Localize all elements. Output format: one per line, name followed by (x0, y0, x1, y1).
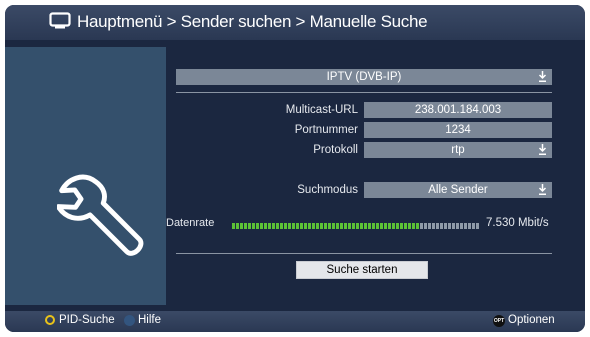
datarate-segment (472, 223, 475, 229)
datarate-segment (244, 223, 247, 229)
datarate-segment (240, 223, 243, 229)
datarate-segment (356, 223, 359, 229)
datarate-segment (312, 223, 315, 229)
header-bar: Hauptmenü > Sender suchen > Manuelle Suc… (5, 5, 585, 40)
datarate-segment (292, 223, 295, 229)
search-mode-select-value: Alle Sender (428, 184, 488, 196)
datarate-segment (300, 223, 303, 229)
datarate-segment (372, 223, 375, 229)
datarate-segment (344, 223, 347, 229)
datarate-segment (284, 223, 287, 229)
datarate-segment (236, 223, 239, 229)
options-hint[interactable]: Optionen (508, 314, 555, 326)
footer-bar: PID-Suche Hilfe OPT Optionen (5, 311, 585, 332)
datarate-segment (308, 223, 311, 229)
datarate-segment (264, 223, 267, 229)
datarate-segment (476, 223, 479, 229)
datarate-segment (404, 223, 407, 229)
search-mode-select[interactable]: Alle Sender (364, 182, 552, 198)
protocol-select-value: rtp (451, 144, 465, 156)
datarate-segment (436, 223, 439, 229)
datarate-segment (380, 223, 383, 229)
datarate-segment (452, 223, 455, 229)
datarate-segment (460, 223, 463, 229)
datarate-segment (384, 223, 387, 229)
datarate-segment (432, 223, 435, 229)
page-title: Hauptmenü > Sender suchen > Manuelle Suc… (77, 12, 428, 31)
datarate-segment (444, 223, 447, 229)
datarate-segment (396, 223, 399, 229)
datarate-segment (324, 223, 327, 229)
source-select-value: IPTV (DVB-IP) (326, 71, 402, 83)
multicast-url-field[interactable]: 238.001.184.003 (364, 102, 552, 118)
datarate-segment (320, 223, 323, 229)
yellow-button-icon (45, 315, 55, 325)
datarate-segment (296, 223, 299, 229)
datarate-segment (448, 223, 451, 229)
divider-bottom (176, 253, 552, 254)
datarate-segment (464, 223, 467, 229)
datarate-segment (304, 223, 307, 229)
datarate-segment (392, 223, 395, 229)
screen: Hauptmenü > Sender suchen > Manuelle Suc… (5, 5, 585, 332)
datarate-segment (252, 223, 255, 229)
datarate-segment (456, 223, 459, 229)
pid-search-hint[interactable]: PID-Suche (59, 314, 115, 326)
datarate-segment (276, 223, 279, 229)
datarate-value: 7.530 Mbit/s (486, 217, 549, 229)
protocol-label: Protokoll (313, 144, 358, 156)
arrow-down-icon (538, 184, 547, 195)
datarate-label: Datenrate (166, 217, 215, 229)
arrow-down-icon (538, 144, 547, 155)
datarate-segment (336, 223, 339, 229)
protocol-select[interactable]: rtp (364, 142, 552, 158)
wrench-icon (57, 174, 144, 256)
datarate-segment (360, 223, 363, 229)
help-hint[interactable]: Hilfe (138, 314, 161, 326)
datarate-segment (416, 223, 419, 229)
datarate-segment (280, 223, 283, 229)
arrow-down-icon (538, 71, 547, 82)
main-content: IPTV (DVB-IP) Multicast-URL 238.001.184.… (166, 47, 585, 305)
blue-button-icon (124, 315, 135, 326)
datarate-segment (368, 223, 371, 229)
datarate-segment (232, 223, 235, 229)
datarate-segment (388, 223, 391, 229)
datarate-segment (316, 223, 319, 229)
port-field[interactable]: 1234 (364, 122, 552, 138)
datarate-segment (428, 223, 431, 229)
datarate-meter (232, 223, 479, 229)
source-select[interactable]: IPTV (DVB-IP) (176, 69, 552, 85)
side-panel (5, 47, 166, 305)
tv-icon (49, 12, 71, 29)
datarate-segment (332, 223, 335, 229)
port-label: Portnummer (294, 124, 358, 136)
datarate-segment (288, 223, 291, 229)
datarate-segment (348, 223, 351, 229)
datarate-segment (260, 223, 263, 229)
search-mode-label: Suchmodus (297, 184, 358, 196)
datarate-segment (268, 223, 271, 229)
datarate-segment (340, 223, 343, 229)
datarate-segment (440, 223, 443, 229)
datarate-segment (412, 223, 415, 229)
datarate-segment (400, 223, 403, 229)
datarate-segment (468, 223, 471, 229)
start-search-button[interactable]: Suche starten (296, 261, 428, 279)
datarate-segment (364, 223, 367, 229)
opt-button-icon: OPT (493, 315, 505, 327)
datarate-segment (420, 223, 423, 229)
datarate-segment (248, 223, 251, 229)
datarate-segment (328, 223, 331, 229)
datarate-segment (272, 223, 275, 229)
datarate-segment (352, 223, 355, 229)
multicast-url-label: Multicast-URL (285, 104, 358, 116)
datarate-segment (376, 223, 379, 229)
datarate-segment (256, 223, 259, 229)
datarate-segment (424, 223, 427, 229)
datarate-segment (408, 223, 411, 229)
divider-top (176, 92, 552, 93)
